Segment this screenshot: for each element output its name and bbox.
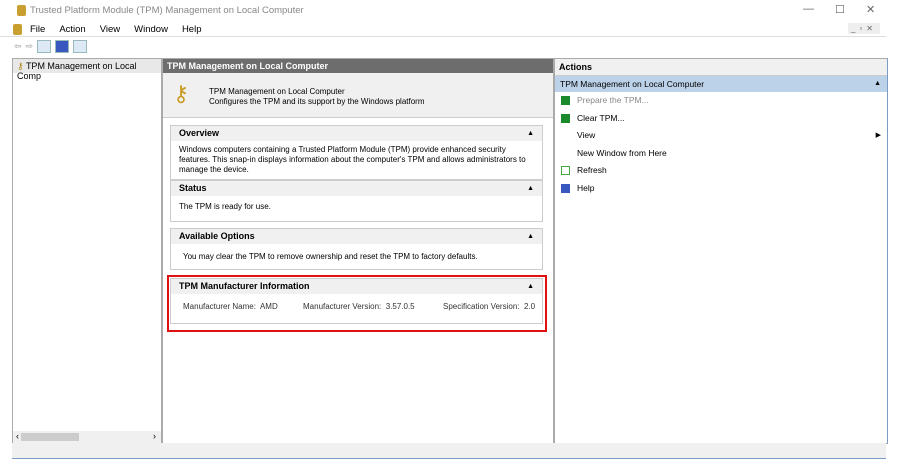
actions-pane: Actions TPM Management on Local Computer…	[554, 58, 888, 444]
close-button[interactable]: ✕	[866, 3, 875, 16]
action-clear-tpm[interactable]: Clear TPM...	[555, 110, 887, 128]
tpm-key-icon: ⚷	[173, 81, 190, 106]
manufacturer-version-label: Manufacturer Version:	[303, 302, 382, 311]
available-options-section: Available Options ▲ You may clear the TPM …	[170, 228, 543, 270]
collapse-icon[interactable]: ▲	[527, 181, 534, 196]
action-help[interactable]: Help	[555, 180, 887, 198]
options-title: Available Options	[179, 231, 255, 241]
spec-version: 2.0	[523, 302, 536, 311]
collapse-icon[interactable]: ▲	[527, 279, 534, 294]
action-icon	[561, 113, 570, 123]
status-section: Status ▲ The TPM is ready for use.	[170, 180, 543, 222]
overview-text: Windows computers containing a Trusted P…	[179, 145, 526, 174]
console-icon	[13, 24, 22, 35]
manufacturer-version: 3.57.0.5	[385, 302, 415, 311]
menu-action[interactable]: Action	[59, 24, 85, 35]
options-text: You may clear the TPM to remove ownershi…	[183, 252, 478, 261]
collapse-icon[interactable]: ▲	[527, 126, 534, 141]
status-text: The TPM is ready for use.	[179, 202, 271, 211]
manufacturer-name: AMD	[259, 302, 278, 311]
action-icon	[561, 96, 570, 105]
center-header: TPM Management on Local Computer	[163, 59, 553, 73]
help-icon[interactable]	[55, 40, 70, 53]
minimize-button[interactable]: —	[803, 3, 814, 15]
actions-header: Actions	[555, 59, 887, 76]
intro-description: Configures the TPM and its support by th…	[209, 97, 425, 106]
refresh-icon	[561, 166, 570, 175]
overview-title: Overview	[179, 128, 220, 138]
action-prepare-tpm[interactable]: Prepare the TPM...	[555, 92, 887, 110]
menu-window[interactable]: Window	[134, 24, 168, 35]
status-title: Status	[179, 183, 207, 193]
action-view[interactable]: View ▶	[555, 127, 887, 145]
manufacturer-name-label: Manufacturer Name:	[183, 302, 256, 311]
action-refresh[interactable]: Refresh	[555, 162, 887, 180]
show-hide-action-pane-icon[interactable]	[73, 40, 88, 53]
overview-section: Overview ▲ Windows computers containing a …	[170, 125, 543, 180]
mdi-controls[interactable]: _▫✕	[848, 23, 880, 34]
help-icon	[561, 183, 570, 193]
maximize-button[interactable]: ☐	[835, 3, 845, 16]
collapse-icon[interactable]: ▲	[527, 229, 534, 244]
tpm-icon: ⚷	[17, 61, 24, 71]
actions-group-header[interactable]: TPM Management on Local Computer ▲	[555, 76, 887, 92]
tree-item[interactable]: ⚷ TPM Management on Local Comp	[13, 59, 161, 81]
horizontal-scrollbar[interactable]: ‹ ›	[13, 431, 161, 443]
window-title: Trusted Platform Module (TPM) Management…	[30, 5, 304, 16]
show-hide-tree-icon[interactable]	[37, 40, 52, 53]
forward-icon[interactable]: ⇨	[26, 41, 34, 52]
menu-view[interactable]: View	[100, 24, 120, 35]
submenu-arrow-icon: ▶	[875, 132, 881, 139]
spec-version-label: Specification Version:	[443, 302, 520, 311]
status-bar	[12, 443, 886, 459]
manufacturer-section: TPM Manufacturer Information ▲ Manufactur…	[170, 278, 543, 324]
tree-pane: ⚷ TPM Management on Local Comp ‹ ›	[12, 58, 162, 444]
collapse-icon[interactable]: ▲	[874, 76, 881, 92]
actions-group-title: TPM Management on Local Computer	[560, 79, 705, 89]
back-icon[interactable]: ⇦	[14, 41, 22, 52]
manufacturer-title: TPM Manufacturer Information	[179, 281, 310, 291]
app-icon	[17, 5, 26, 16]
action-new-window[interactable]: New Window from Here	[555, 145, 887, 163]
menu-help[interactable]: Help	[182, 24, 202, 35]
intro-title: TPM Management on Local Computer	[209, 87, 345, 96]
menu-file[interactable]: File	[30, 24, 45, 35]
center-pane: TPM Management on Local Computer ⚷ TPM M…	[162, 58, 554, 444]
